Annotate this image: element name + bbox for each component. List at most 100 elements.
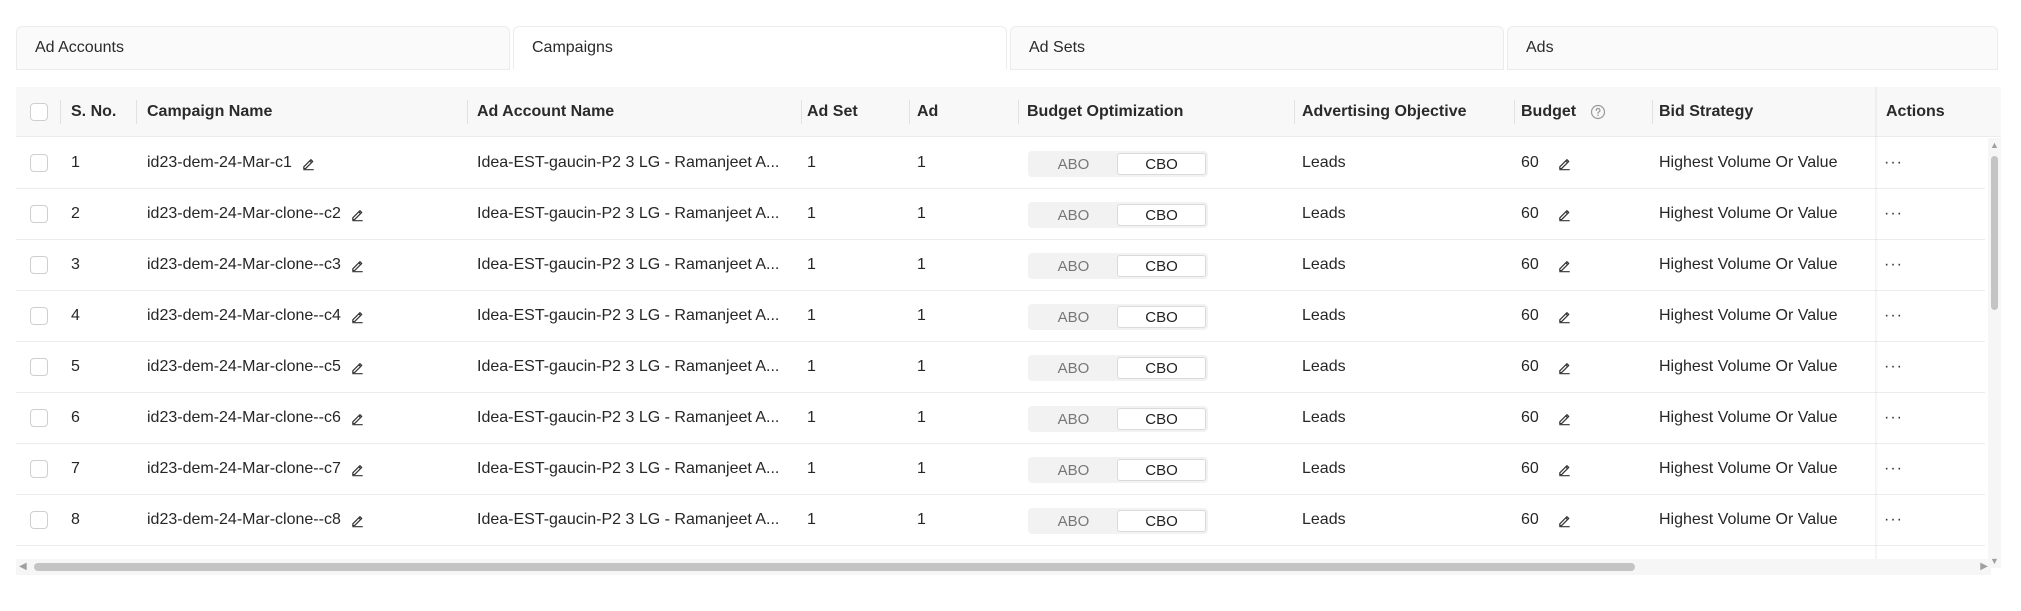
scroll-left-arrow[interactable]: ◀ <box>19 561 27 572</box>
cbo-option[interactable]: CBO <box>1117 306 1206 328</box>
abo-option[interactable]: ABO <box>1030 255 1117 277</box>
row-checkbox[interactable] <box>30 409 48 427</box>
header-campaign-name[interactable]: Campaign Name <box>147 87 272 137</box>
select-all-checkbox[interactable] <box>30 103 48 121</box>
edit-icon[interactable] <box>1557 156 1572 171</box>
cbo-option[interactable]: CBO <box>1117 357 1206 379</box>
cell-bid-strategy: Highest Volume Or Value <box>1659 205 1838 222</box>
abo-option[interactable]: ABO <box>1030 306 1117 328</box>
cell-ad-count: 1 <box>917 409 926 426</box>
edit-icon[interactable] <box>1557 411 1572 426</box>
edit-icon[interactable] <box>350 258 365 273</box>
column-divider <box>1652 100 1653 124</box>
more-actions-icon[interactable]: ··· <box>1884 342 1903 392</box>
row-checkbox[interactable] <box>30 256 48 274</box>
edit-icon[interactable] <box>1557 309 1572 324</box>
row-checkbox[interactable] <box>30 205 48 223</box>
header-bid-strategy[interactable]: Bid Strategy <box>1659 87 1753 137</box>
edit-icon[interactable] <box>301 156 316 171</box>
header-budget[interactable]: Budget <box>1521 87 1606 137</box>
tab-campaigns[interactable]: Campaigns <box>513 26 1007 70</box>
budget-optimization-toggle[interactable]: ABOCBO <box>1028 304 1208 330</box>
edit-icon[interactable] <box>1557 207 1572 222</box>
more-actions-icon[interactable]: ··· <box>1884 393 1903 443</box>
budget-value: 60 <box>1521 358 1539 375</box>
row-checkbox[interactable] <box>30 511 48 529</box>
abo-option[interactable]: ABO <box>1030 408 1117 430</box>
edit-icon[interactable] <box>1557 462 1572 477</box>
edit-icon[interactable] <box>1557 360 1572 375</box>
header-budget-optimization[interactable]: Budget Optimization <box>1027 87 1183 137</box>
table-row[interactable]: 2 id23-dem-24-Mar-clone--c2 Idea-EST-gauci… <box>16 189 1985 240</box>
row-checkbox[interactable] <box>30 154 48 172</box>
help-icon[interactable] <box>1590 104 1606 120</box>
more-actions-icon[interactable]: ··· <box>1884 291 1903 341</box>
cell-campaign-name: id23-dem-24-Mar-clone--c6 <box>147 393 365 443</box>
header-advertising-objective[interactable]: Advertising Objective <box>1302 87 1467 137</box>
cbo-option[interactable]: CBO <box>1117 153 1206 175</box>
edit-icon[interactable] <box>1557 258 1572 273</box>
edit-icon[interactable] <box>350 360 365 375</box>
table-row[interactable]: 5 id23-dem-24-Mar-clone--c5 Idea-EST-gauci… <box>16 342 1985 393</box>
header-ad-set[interactable]: Ad Set <box>807 87 858 137</box>
cell-sno: 4 <box>71 307 80 324</box>
row-checkbox[interactable] <box>30 358 48 376</box>
cell-advertising-objective: Leads <box>1302 154 1346 171</box>
budget-optimization-toggle[interactable]: ABOCBO <box>1028 406 1208 432</box>
edit-icon[interactable] <box>350 462 365 477</box>
table-body: 1 id23-dem-24-Mar-c1 Idea-EST-gaucin-P2 3 … <box>16 138 1985 568</box>
header-ad-account-name[interactable]: Ad Account Name <box>477 87 614 137</box>
horizontal-scrollbar[interactable]: ◀ ▶ <box>16 559 1991 575</box>
more-actions-icon[interactable]: ··· <box>1884 240 1903 290</box>
abo-option[interactable]: ABO <box>1030 204 1117 226</box>
vertical-scroll-thumb[interactable] <box>1991 156 1998 310</box>
scroll-right-arrow[interactable]: ▶ <box>1980 561 1988 572</box>
table-row[interactable]: 3 id23-dem-24-Mar-clone--c3 Idea-EST-gauci… <box>16 240 1985 291</box>
row-checkbox[interactable] <box>30 307 48 325</box>
more-actions-icon[interactable]: ··· <box>1884 444 1903 494</box>
abo-option[interactable]: ABO <box>1030 153 1117 175</box>
budget-optimization-toggle[interactable]: ABOCBO <box>1028 202 1208 228</box>
more-actions-icon[interactable]: ··· <box>1884 495 1903 545</box>
budget-optimization-toggle[interactable]: ABOCBO <box>1028 457 1208 483</box>
scroll-up-arrow[interactable]: ▲ <box>1990 140 1999 150</box>
cell-advertising-objective: Leads <box>1302 511 1346 528</box>
budget-optimization-toggle[interactable]: ABOCBO <box>1028 355 1208 381</box>
budget-optimization-toggle[interactable]: ABOCBO <box>1028 508 1208 534</box>
budget-optimization-toggle[interactable]: ABOCBO <box>1028 151 1208 177</box>
table-row[interactable]: 1 id23-dem-24-Mar-c1 Idea-EST-gaucin-P2 3 … <box>16 138 1985 189</box>
cbo-option[interactable]: CBO <box>1117 255 1206 277</box>
more-actions-icon[interactable]: ··· <box>1884 189 1903 239</box>
campaign-name-text: id23-dem-24-Mar-clone--c2 <box>147 205 341 222</box>
edit-icon[interactable] <box>350 309 365 324</box>
edit-icon[interactable] <box>1557 513 1572 528</box>
table-row[interactable]: 8 id23-dem-24-Mar-clone--c8 Idea-EST-gauci… <box>16 495 1985 546</box>
abo-option[interactable]: ABO <box>1030 459 1117 481</box>
table-row[interactable]: 4 id23-dem-24-Mar-clone--c4 Idea-EST-gauci… <box>16 291 1985 342</box>
tab-ad-accounts[interactable]: Ad Accounts <box>16 26 510 70</box>
cell-sno: 1 <box>71 154 80 171</box>
tab-label: Ad Sets <box>1029 39 1086 56</box>
abo-option[interactable]: ABO <box>1030 357 1117 379</box>
edit-icon[interactable] <box>350 411 365 426</box>
campaign-name-text: id23-dem-24-Mar-clone--c7 <box>147 460 341 477</box>
edit-icon[interactable] <box>350 207 365 222</box>
row-checkbox[interactable] <box>30 460 48 478</box>
scroll-down-arrow[interactable]: ▼ <box>1990 556 1999 566</box>
cbo-option[interactable]: CBO <box>1117 510 1206 532</box>
vertical-scrollbar[interactable]: ▲ ▼ <box>1988 138 2001 568</box>
budget-optimization-toggle[interactable]: ABOCBO <box>1028 253 1208 279</box>
header-ad[interactable]: Ad <box>917 87 938 137</box>
tab-ads[interactable]: Ads <box>1507 26 1998 70</box>
table-row[interactable]: 7 id23-dem-24-Mar-clone--c7 Idea-EST-gauci… <box>16 444 1985 495</box>
cell-ad-account-name: Idea-EST-gaucin-P2 3 LG - Ramanjeet A... <box>477 307 780 324</box>
abo-option[interactable]: ABO <box>1030 510 1117 532</box>
cbo-option[interactable]: CBO <box>1117 204 1206 226</box>
edit-icon[interactable] <box>350 513 365 528</box>
more-actions-icon[interactable]: ··· <box>1884 138 1903 188</box>
table-row[interactable]: 6 id23-dem-24-Mar-clone--c6 Idea-EST-gauci… <box>16 393 1985 444</box>
cbo-option[interactable]: CBO <box>1117 459 1206 481</box>
cbo-option[interactable]: CBO <box>1117 408 1206 430</box>
tab-ad-sets[interactable]: Ad Sets <box>1010 26 1504 70</box>
horizontal-scroll-thumb[interactable] <box>34 563 1635 571</box>
